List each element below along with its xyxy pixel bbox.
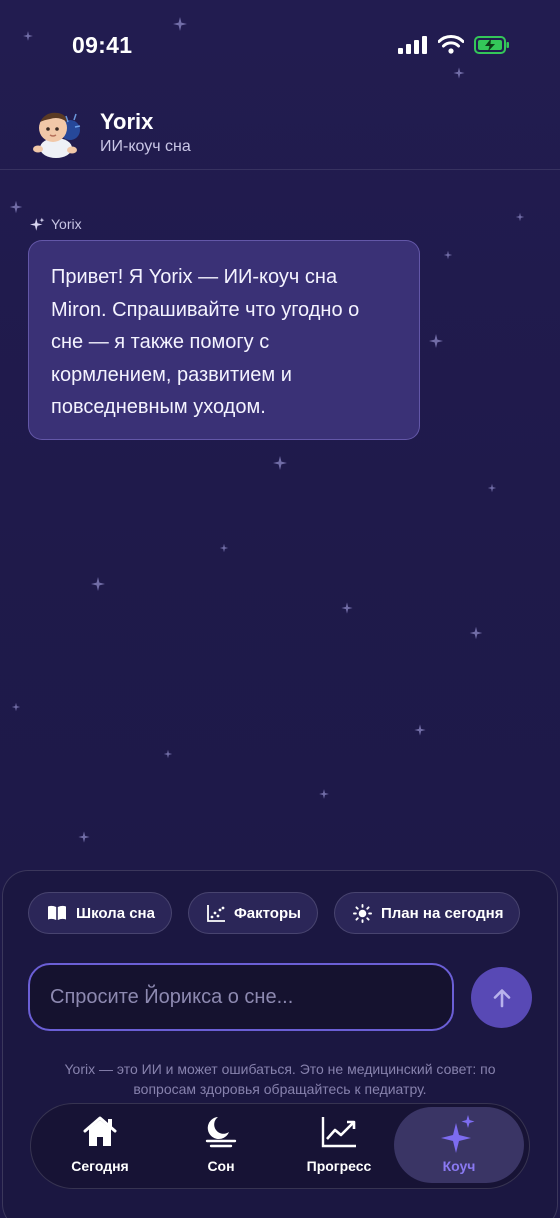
message-sender: Yorix	[30, 216, 82, 232]
coach-screen: 09:41 Yorix ИИ-коуч сна Yorix Привет! Я …	[0, 0, 560, 1218]
chip-label: План на сегодня	[381, 904, 504, 922]
message-line: повседневным уходом.	[51, 396, 266, 418]
sun-icon	[353, 903, 372, 923]
coach-message-bubble: Привет! Я Yorix — ИИ-коуч сна Miron. Спр…	[28, 240, 420, 440]
tab-today[interactable]: Сегодня	[35, 1107, 165, 1183]
tab-label: Сегодня	[71, 1158, 129, 1174]
book-icon	[48, 905, 66, 920]
message-line: сне — я также помогу с	[51, 331, 270, 353]
coach-name: Yorix	[100, 109, 154, 134]
sparkle-icon	[441, 1115, 475, 1153]
sender-name: Yorix	[51, 216, 82, 232]
tab-coach[interactable]: Коуч	[394, 1107, 524, 1183]
coach-subtitle: ИИ-коуч сна	[100, 138, 191, 155]
arrow-up-icon	[493, 988, 510, 1007]
chip-label: Школа сна	[76, 904, 155, 922]
chip-factors[interactable]: Факторы	[188, 892, 318, 934]
home-icon	[83, 1116, 117, 1146]
trend-chart-icon	[321, 1117, 356, 1148]
message-input[interactable]: Спросите Йорикса о сне...	[28, 963, 454, 1031]
chip-sleep-school[interactable]: Школа сна	[28, 892, 172, 934]
tab-sleep[interactable]: Сон	[156, 1107, 286, 1183]
tab-progress[interactable]: Прогресс	[274, 1107, 404, 1183]
scatter-chart-icon	[207, 904, 225, 922]
status-icons	[398, 35, 510, 54]
disclaimer-line: вопросам здоровья обращайтесь к педиатру…	[133, 1081, 427, 1097]
input-placeholder: Спросите Йорикса о сне...	[50, 985, 294, 1008]
chat-header: Yorix ИИ-коуч сна	[0, 96, 560, 170]
message-line: кормлением, развитием и	[51, 363, 292, 386]
tab-label: Коуч	[442, 1158, 476, 1174]
tab-label: Сон	[207, 1158, 235, 1174]
battery-charging-icon	[474, 35, 509, 54]
wifi-icon	[438, 35, 464, 54]
send-button[interactable]	[471, 967, 532, 1028]
cellular-signal-icon	[398, 35, 427, 54]
message-line: Привет! Я Yorix — ИИ-коуч сна	[51, 266, 338, 288]
baby-avatar	[33, 112, 81, 158]
tab-label: Прогресс	[306, 1158, 372, 1174]
chip-plan-today[interactable]: План на сегодня	[334, 892, 521, 934]
disclaimer-line: Yorix — это ИИ и может ошибаться. Это не…	[64, 1061, 496, 1077]
ai-disclaimer: Yorix — это ИИ и может ошибаться. Это не…	[20, 1059, 540, 1099]
message-line: Miron. Спрашивайте что угодно о	[51, 298, 360, 321]
sparkle-icon	[30, 217, 45, 231]
moon-icon	[205, 1117, 237, 1148]
chip-label: Факторы	[234, 904, 301, 922]
status-time: 09:41	[72, 32, 133, 58]
